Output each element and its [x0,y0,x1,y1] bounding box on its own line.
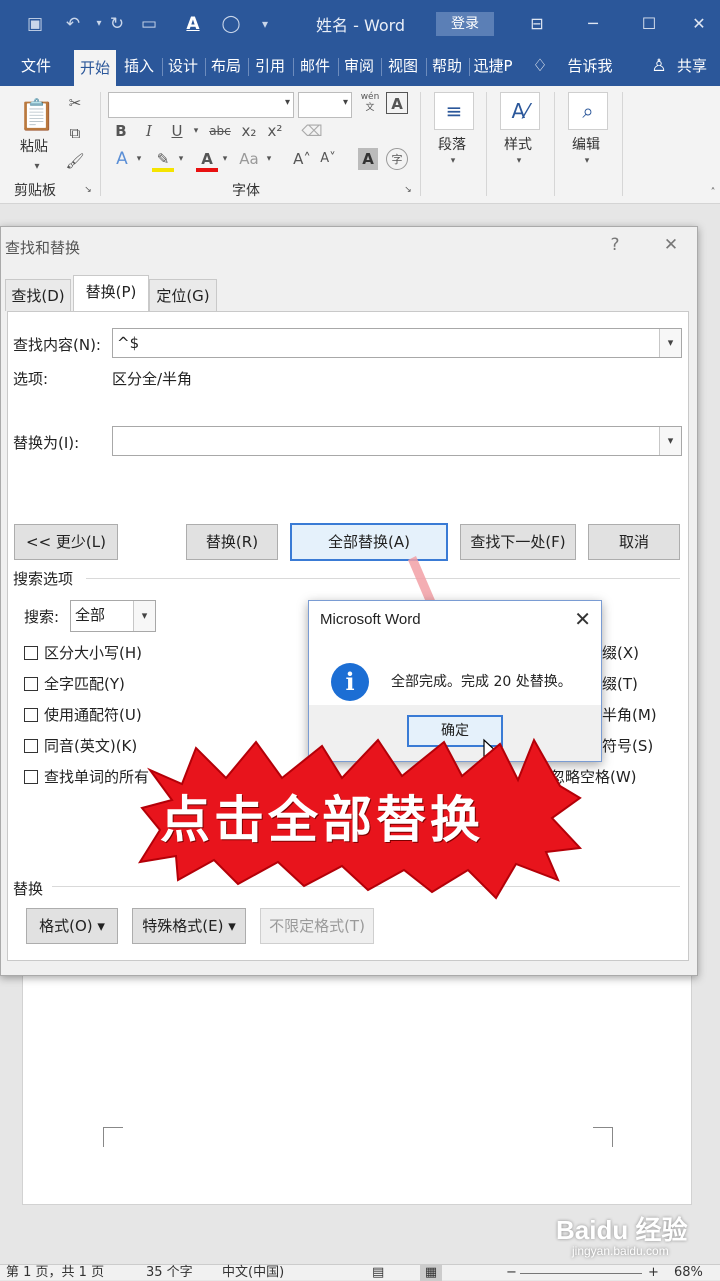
language[interactable]: 中文(中国) [222,1265,284,1281]
print-layout-icon[interactable]: ▦ [420,1265,442,1281]
banner-text: 点击全部替换 [160,791,484,849]
red-burst-banner [137,737,583,900]
read-mode-icon[interactable]: ▤ [372,1265,384,1281]
zoom-out-icon[interactable]: − [506,1265,517,1281]
baidu-watermark: Baidu 经验 [556,1215,688,1245]
word-count[interactable]: 35 个字 [146,1265,193,1281]
baidu-watermark-url: jingyan.baidu.com [572,1244,669,1258]
page-count[interactable]: 第 1 页，共 1 页 [6,1265,104,1281]
zoom-slider[interactable] [520,1273,642,1274]
zoom-level[interactable]: 68% [674,1265,703,1281]
status-bar: 第 1 页，共 1 页 35 个字 中文(中国) ▤ ▦ − + 68% [0,1264,720,1281]
zoom-in-icon[interactable]: + [648,1265,659,1281]
